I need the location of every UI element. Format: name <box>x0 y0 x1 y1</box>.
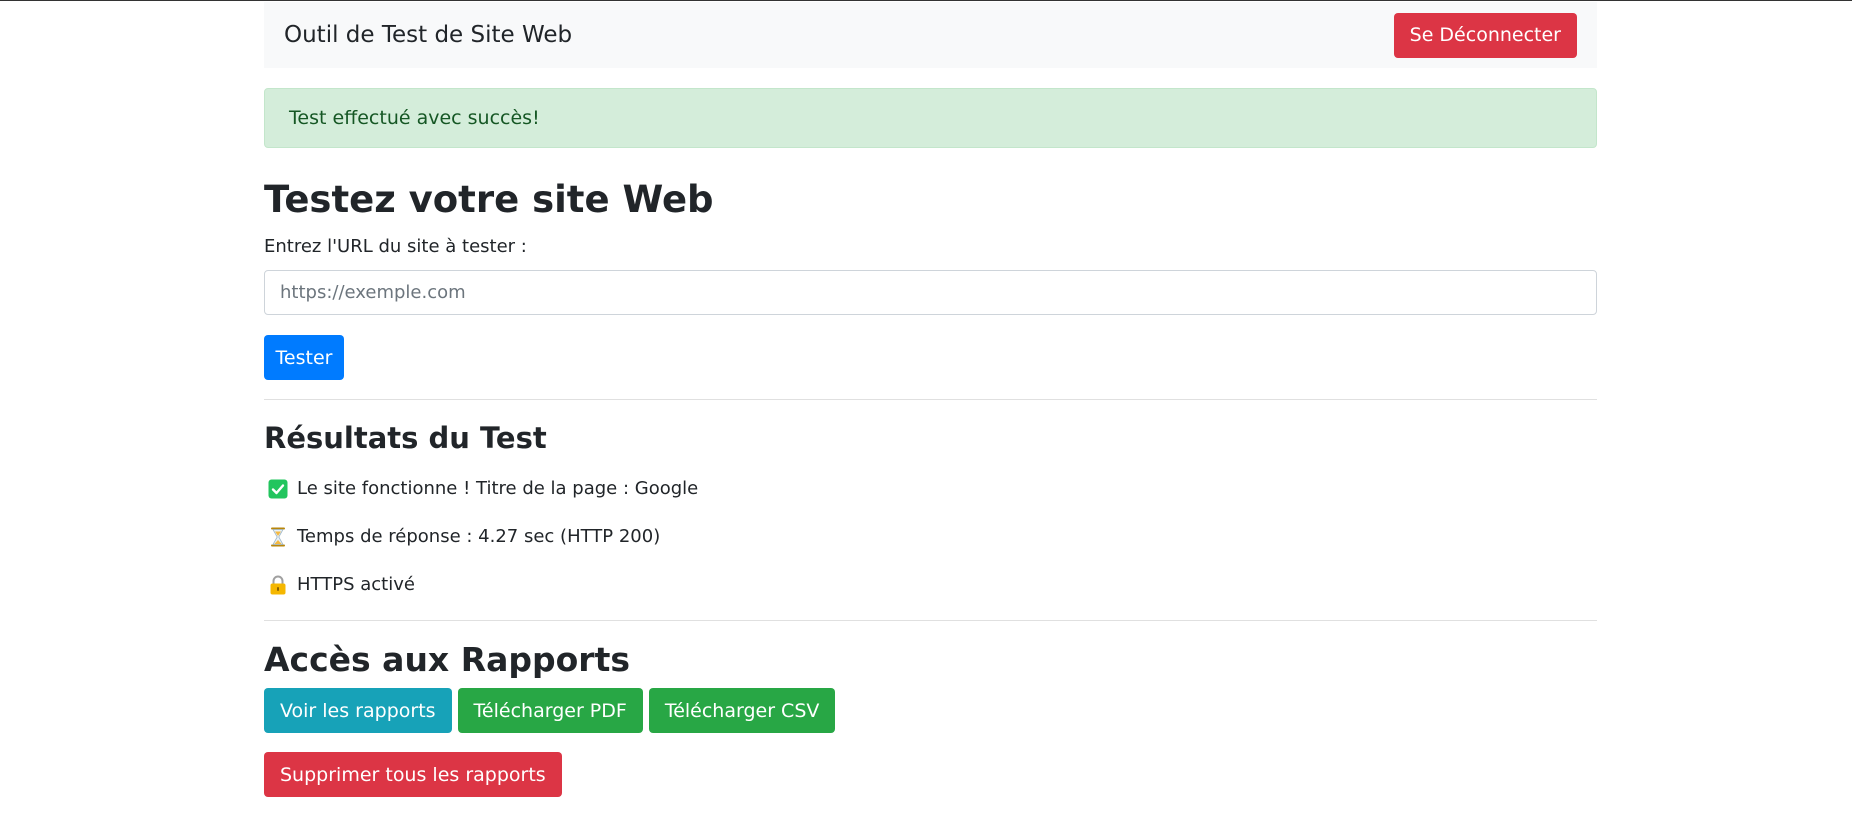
delete-all-reports-button[interactable]: Supprimer tous les rapports <box>264 752 562 797</box>
url-input[interactable] <box>264 270 1597 315</box>
url-label: Entrez l'URL du site à tester : <box>264 236 527 257</box>
reports-heading: Accès aux Rapports <box>264 640 630 679</box>
result-item-response-time: Temps de réponse : 4.27 sec (HTTP 200) <box>264 524 1597 550</box>
view-reports-button[interactable]: Voir les rapports <box>264 688 452 733</box>
hourglass-icon <box>267 526 289 548</box>
navbar: Outil de Test de Site Web Se Déconnecter <box>264 2 1597 68</box>
result-text: Le site fonctionne ! Titre de la page : … <box>297 478 699 499</box>
results-list: Le site fonctionne ! Titre de la page : … <box>264 476 1597 598</box>
app-title: Outil de Test de Site Web <box>284 22 573 48</box>
divider <box>264 620 1597 621</box>
lock-icon <box>267 574 289 596</box>
result-text: Temps de réponse : 4.27 sec (HTTP 200) <box>297 526 661 547</box>
reports-actions: Voir les rapports Télécharger PDF Téléch… <box>264 688 1597 733</box>
success-alert: Test effectué avec succès! <box>264 88 1597 148</box>
page-title: Testez votre site Web <box>264 178 714 221</box>
main-container: Outil de Test de Site Web Se Déconnecter… <box>264 2 1597 797</box>
result-item-status: Le site fonctionne ! Titre de la page : … <box>264 476 1597 502</box>
logout-button[interactable]: Se Déconnecter <box>1393 12 1577 58</box>
download-csv-button[interactable]: Télécharger CSV <box>648 688 836 733</box>
test-button[interactable]: Tester <box>264 335 344 380</box>
check-icon <box>267 478 289 500</box>
divider <box>264 399 1597 400</box>
alert-message: Test effectué avec succès! <box>289 107 540 129</box>
result-item-https: HTTPS activé <box>264 572 1597 598</box>
result-text: HTTPS activé <box>297 574 415 595</box>
download-pdf-button[interactable]: Télécharger PDF <box>457 688 643 733</box>
results-heading: Résultats du Test <box>264 421 547 455</box>
